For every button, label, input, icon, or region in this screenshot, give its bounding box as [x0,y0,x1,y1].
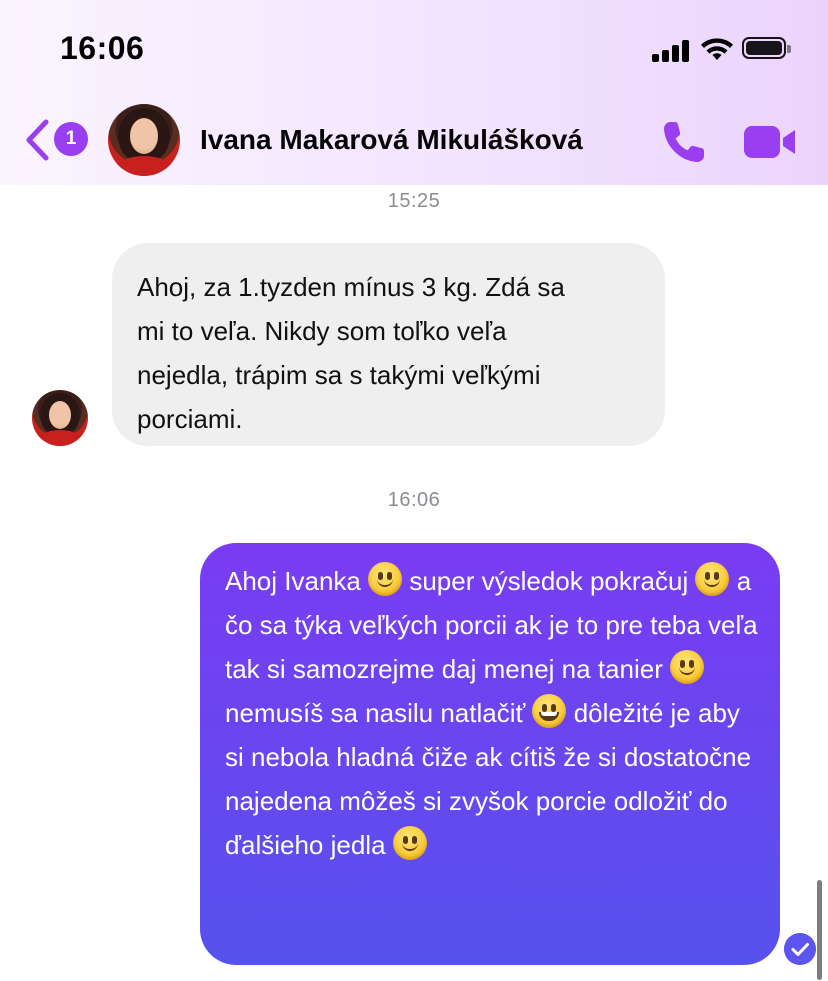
scrollbar[interactable] [817,880,822,980]
contact-avatar[interactable] [108,104,180,176]
unread-count-badge[interactable]: 1 [54,122,88,156]
chat-header: 1 Ivana Makarová Mikulášková [0,100,828,185]
outgoing-message-bubble[interactable]: Ahoj Ivanka super výsledok pokračuj a čo… [200,543,780,965]
video-camera-icon[interactable] [742,122,798,162]
battery-icon [742,37,791,59]
wifi-icon [701,38,733,60]
status-time: 16:06 [60,30,145,66]
outgoing-message-text: Ahoj Ivanka super výsledok pokračuj a čo… [225,559,760,867]
slightly-smiling-face-icon [392,826,427,860]
cellular-signal-icon [652,38,692,62]
slightly-smiling-face-icon [695,562,730,596]
message-segment: super výsledok pokračuj [402,566,696,596]
incoming-message-bubble[interactable]: Ahoj, za 1.tyzden mínus 3 kg. Zdá sa mi … [112,243,665,446]
message-timestamp: 15:25 [387,190,441,212]
contact-name[interactable]: Ivana Makarová Mikulášková [200,124,583,156]
sender-avatar[interactable] [32,390,88,446]
chevron-left-icon[interactable] [22,118,52,162]
message-segment: nemusíš sa nasilu natlačiť [225,698,533,728]
incoming-message-text: Ahoj, za 1.tyzden mínus 3 kg. Zdá sa mi … [137,272,565,434]
status-bar: 16:06 [0,0,828,100]
phone-icon[interactable] [660,118,708,166]
message-segment: Ahoj Ivanka [225,566,369,596]
grinning-face-icon [532,694,567,728]
slightly-smiling-face-icon [670,650,705,684]
message-timestamp: 16:06 [387,489,441,511]
seen-check-icon [784,933,816,965]
slightly-smiling-face-icon [368,562,403,596]
